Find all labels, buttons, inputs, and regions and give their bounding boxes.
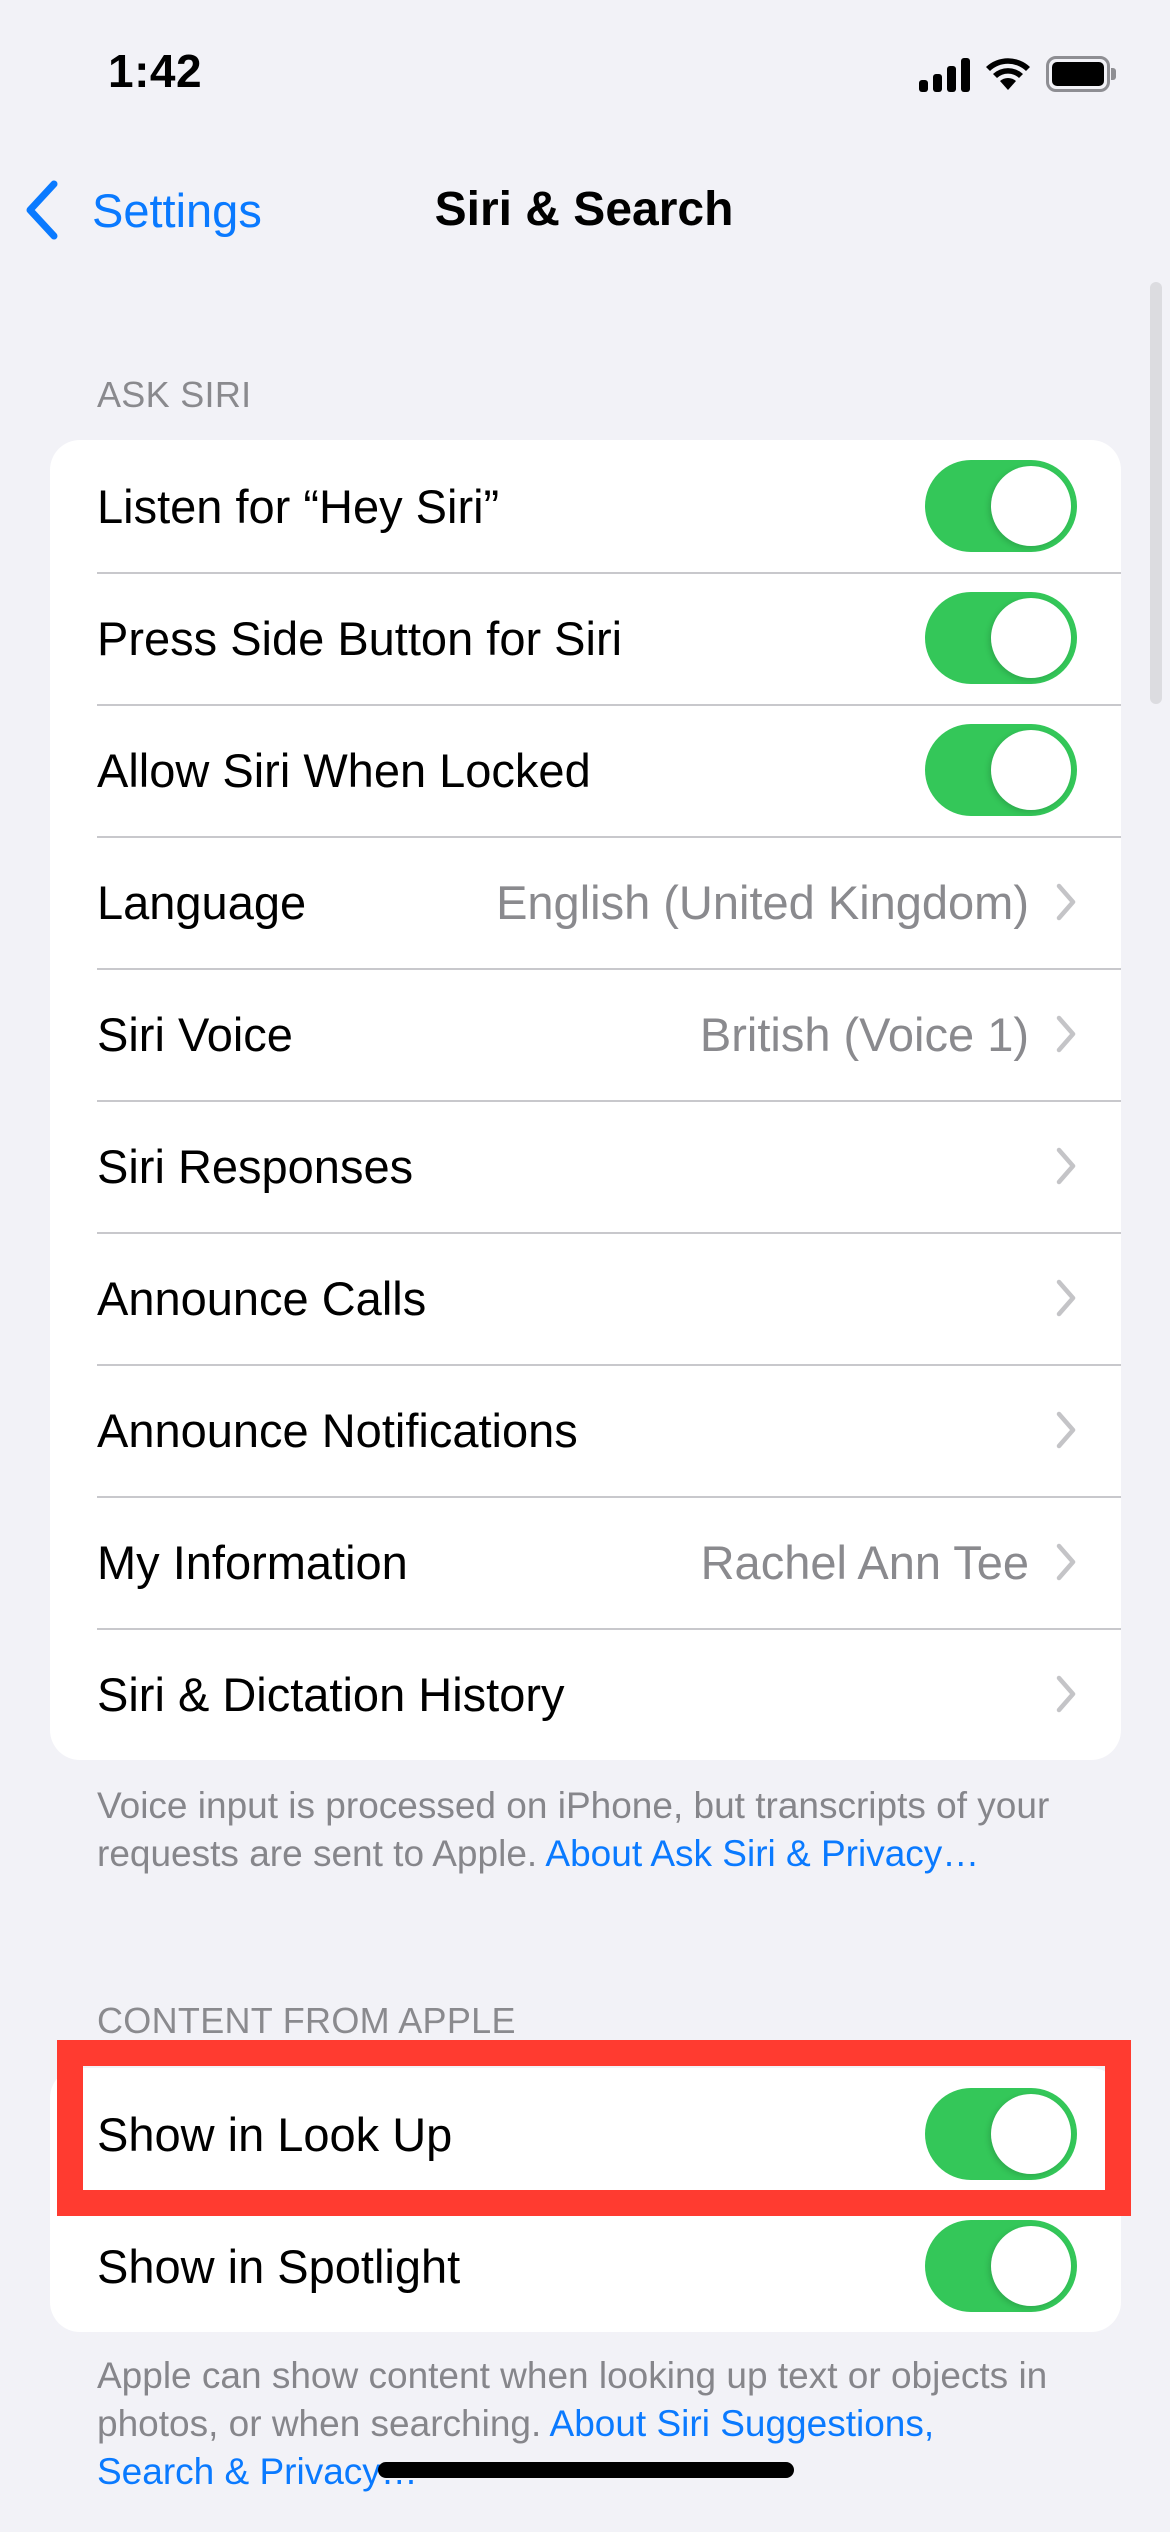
- row-label: Announce Calls: [97, 1271, 427, 1325]
- row-siri-dictation-history[interactable]: Siri & Dictation History: [50, 1628, 1121, 1760]
- content-from-apple-group: Show in Look Up Show in Spotlight: [50, 2068, 1121, 2332]
- toggle-listen-hey-siri[interactable]: [925, 460, 1077, 552]
- about-ask-siri-privacy-link[interactable]: About Ask Siri & Privacy…: [545, 1833, 979, 1874]
- toggle-press-side-button[interactable]: [925, 592, 1077, 684]
- section-header-ask-siri: ASK SIRI: [97, 374, 252, 415]
- chevron-right-icon: [1056, 1279, 1076, 1317]
- row-label: My Information: [97, 1535, 408, 1589]
- row-allow-siri-when-locked: Allow Siri When Locked: [50, 704, 1121, 836]
- toggle-show-in-spotlight[interactable]: [925, 2220, 1077, 2312]
- row-label: Press Side Button for Siri: [97, 611, 623, 665]
- toggle-knob: [991, 598, 1071, 678]
- row-show-in-spotlight: Show in Spotlight: [50, 2200, 1121, 2332]
- status-time: 1:42: [108, 45, 203, 97]
- row-label: Announce Notifications: [97, 1403, 578, 1457]
- home-indicator[interactable]: [378, 2462, 794, 2478]
- row-announce-notifications[interactable]: Announce Notifications: [50, 1364, 1121, 1496]
- row-language[interactable]: Language English (United Kingdom): [50, 836, 1121, 968]
- page-title-text: Siri & Search: [434, 183, 734, 236]
- row-label: Allow Siri When Locked: [97, 743, 591, 797]
- chevron-right-icon: [1056, 883, 1076, 921]
- page-title: Siri & Search: [0, 180, 1170, 240]
- chevron-right-icon: [1056, 1015, 1076, 1053]
- row-value: Rachel Ann Tee: [700, 1535, 1029, 1589]
- status-bar: 1:42: [0, 0, 1170, 140]
- ask-siri-group: Listen for “Hey Siri” Press Side Button …: [50, 440, 1121, 1760]
- row-label: Siri Voice: [97, 1007, 293, 1061]
- row-listen-hey-siri: Listen for “Hey Siri”: [50, 440, 1121, 572]
- row-siri-voice[interactable]: Siri Voice British (Voice 1): [50, 968, 1121, 1100]
- row-siri-responses[interactable]: Siri Responses: [50, 1100, 1121, 1232]
- row-label: Show in Spotlight: [97, 2239, 461, 2293]
- toggle-knob: [991, 2094, 1071, 2174]
- chevron-right-icon: [1056, 1147, 1076, 1185]
- row-label: Show in Look Up: [97, 2107, 453, 2161]
- toggle-allow-siri-when-locked[interactable]: [925, 724, 1077, 816]
- toggle-knob: [991, 2226, 1071, 2306]
- row-value: English (United Kingdom): [496, 875, 1029, 929]
- ask-siri-footer: Voice input is processed on iPhone, but …: [97, 1782, 1057, 1878]
- row-my-information[interactable]: My Information Rachel Ann Tee: [50, 1496, 1121, 1628]
- navigation-bar: Settings Siri & Search: [0, 160, 1170, 260]
- chevron-right-icon: [1056, 1675, 1076, 1713]
- row-value: British (Voice 1): [699, 1007, 1029, 1061]
- toggle-knob: [991, 466, 1071, 546]
- row-label: Language: [97, 875, 307, 929]
- status-icons: [919, 56, 1116, 92]
- scroll-indicator[interactable]: [1150, 282, 1162, 704]
- cellular-signal-icon: [919, 56, 970, 92]
- row-press-side-button: Press Side Button for Siri: [50, 572, 1121, 704]
- row-label: Listen for “Hey Siri”: [97, 479, 500, 533]
- row-label: Siri & Dictation History: [97, 1667, 565, 1721]
- toggle-show-in-look-up[interactable]: [925, 2088, 1077, 2180]
- row-announce-calls[interactable]: Announce Calls: [50, 1232, 1121, 1364]
- chevron-right-icon: [1056, 1411, 1076, 1449]
- toggle-knob: [991, 730, 1071, 810]
- section-header-content-from-apple: CONTENT FROM APPLE: [97, 2000, 516, 2041]
- wifi-icon: [986, 58, 1030, 90]
- row-show-in-look-up: Show in Look Up: [50, 2068, 1121, 2200]
- battery-icon: [1046, 56, 1116, 92]
- chevron-right-icon: [1056, 1543, 1076, 1581]
- row-label: Siri Responses: [97, 1139, 414, 1193]
